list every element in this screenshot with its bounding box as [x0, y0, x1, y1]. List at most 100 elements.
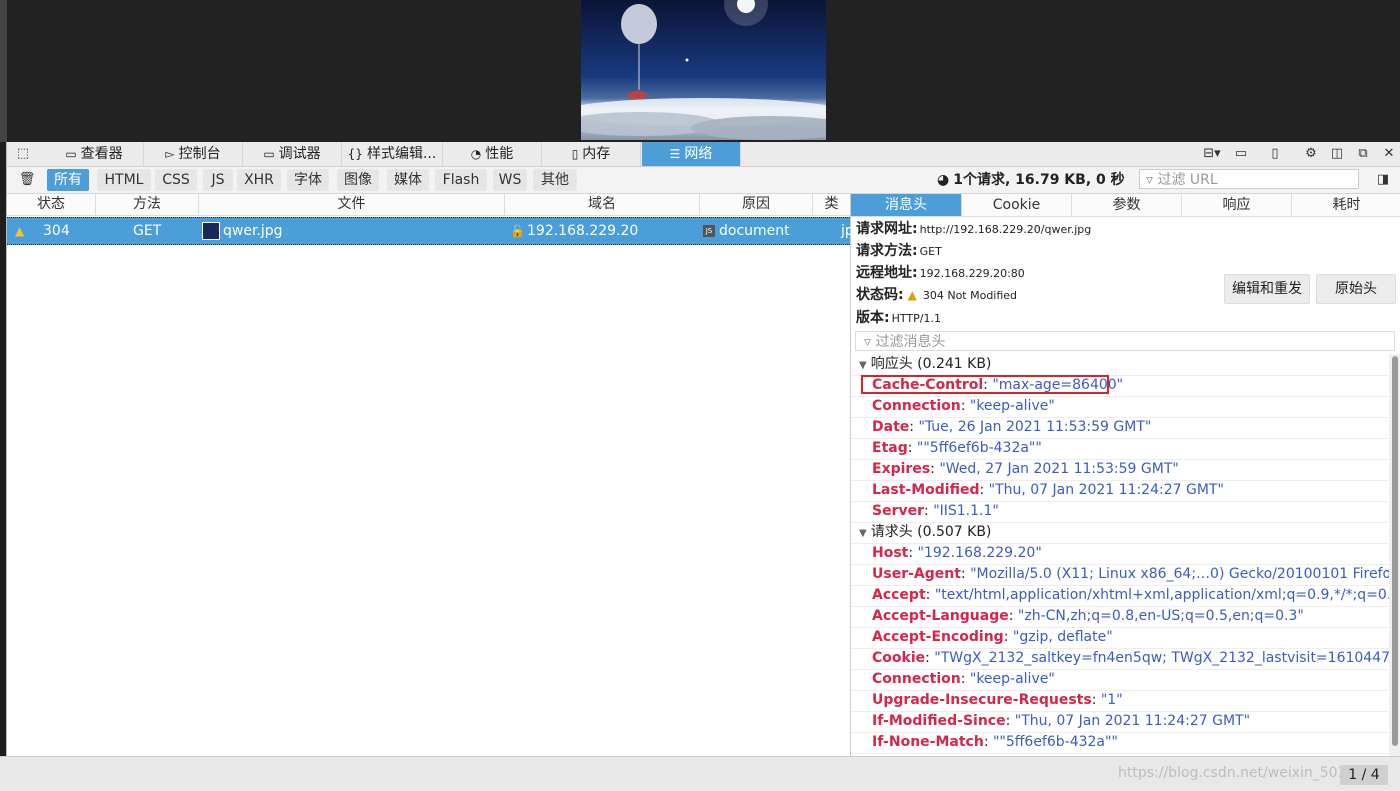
header-separator: :: [960, 566, 971, 582]
style-editor-icon: {}: [347, 147, 363, 161]
col-file[interactable]: 文件: [199, 194, 505, 215]
tab-cookies[interactable]: Cookie: [962, 194, 1072, 216]
tab-headers[interactable]: 消息头: [851, 194, 962, 216]
tab-params[interactable]: 参数: [1072, 194, 1182, 216]
filter-js[interactable]: JS: [203, 169, 233, 191]
header-name: Accept: [872, 587, 926, 603]
request-headers-section[interactable]: ▼ 请求头 (0.507 KB): [851, 522, 1389, 544]
header-row[interactable]: Expires: "Wed, 27 Jan 2021 11:53:59 GMT": [851, 459, 1389, 481]
inspector-icon: ▭: [65, 147, 77, 161]
tab-debugger[interactable]: ▭ 调试器: [243, 142, 342, 166]
trash-icon[interactable]: 🗑: [15, 168, 39, 192]
col-status[interactable]: 状态: [7, 194, 96, 215]
row-method: GET: [133, 223, 162, 239]
collapse-triangle-icon[interactable]: ▼: [859, 523, 867, 544]
col-method[interactable]: 方法: [96, 194, 199, 215]
header-row[interactable]: User-Agent: "Mozilla/5.0 (X11; Linux x86…: [851, 564, 1389, 586]
dock-side-icon[interactable]: ◫: [1325, 142, 1349, 166]
request-details: 消息头 Cookie 参数 响应 耗时 请求网址: http://192.168.…: [851, 194, 1400, 756]
tab-console[interactable]: ▻ 控制台: [144, 142, 243, 166]
responsive-design-icon[interactable]: ▯: [1263, 142, 1287, 166]
scrollbar-thumb[interactable]: [1392, 356, 1398, 746]
header-name: Expires: [872, 461, 931, 477]
header-name: Date: [872, 419, 910, 435]
header-name: Host: [872, 545, 909, 561]
toggle-sidebar-icon[interactable]: ◨: [1371, 168, 1395, 192]
header-row[interactable]: Cookie: "TWgX_2132_saltkey=fn4en5qw; TWg…: [851, 648, 1389, 670]
network-filter-bar: 🗑 所有 HTML CSS JS XHR 字体 图像 媒体 Flash WS 其…: [7, 167, 1400, 194]
pick-element-icon[interactable]: ⬚: [11, 142, 35, 166]
close-icon[interactable]: ✕: [1377, 142, 1400, 166]
tab-response[interactable]: 响应: [1182, 194, 1292, 216]
header-row[interactable]: Accept-Language: "zh-CN,zh;q=0.8,en-US;q…: [851, 606, 1389, 628]
collapse-triangle-icon[interactable]: ▼: [859, 355, 867, 376]
header-row[interactable]: Host: "192.168.229.20": [851, 543, 1389, 565]
filter-ws[interactable]: WS: [493, 169, 527, 191]
undock-window-icon[interactable]: ⧉: [1351, 142, 1375, 166]
header-value: "Thu, 07 Jan 2021 11:24:27 GMT": [988, 482, 1224, 498]
filter-flash[interactable]: Flash: [435, 169, 487, 191]
filter-media[interactable]: 媒体: [387, 169, 429, 191]
filter-css[interactable]: CSS: [155, 169, 197, 191]
header-row[interactable]: Last-Modified: "Thu, 07 Jan 2021 11:24:2…: [851, 480, 1389, 502]
header-separator: :: [907, 440, 917, 456]
header-separator: :: [960, 398, 970, 414]
tab-inspector[interactable]: ▭ 查看器: [45, 142, 144, 166]
header-row[interactable]: Accept: "text/html,application/xhtml+xml…: [851, 585, 1389, 607]
dock-options-icon[interactable]: ⊟▾: [1199, 142, 1225, 166]
header-name: Last-Modified: [872, 482, 980, 498]
header-row[interactable]: Upgrade-Insecure-Requests: "1": [851, 690, 1389, 712]
settings-gear-icon[interactable]: ⚙: [1299, 142, 1323, 166]
header-row[interactable]: Date: "Tue, 26 Jan 2021 11:53:59 GMT": [851, 417, 1389, 439]
split-console-icon[interactable]: ▭: [1229, 142, 1253, 166]
col-type[interactable]: 类: [813, 194, 850, 215]
response-headers-section[interactable]: ▼ 响应头 (0.241 KB): [851, 354, 1389, 376]
tab-performance[interactable]: ◔ 性能: [443, 142, 542, 166]
col-domain[interactable]: 域名: [505, 194, 700, 215]
headers-scrollbar[interactable]: [1389, 354, 1400, 756]
filter-all[interactable]: 所有: [47, 169, 89, 191]
header-row[interactable]: Connection: "keep-alive": [851, 396, 1389, 418]
tab-timings[interactable]: 耗时: [1292, 194, 1400, 216]
header-value: "zh-CN,zh;q=0.8,en-US;q=0.5,en;q=0.3": [1017, 608, 1304, 624]
table-row[interactable]: ▲ 304 GET qwer.jpg 🔓 192.168.229.20 JS d…: [7, 217, 854, 245]
raw-headers-button[interactable]: 原始头: [1316, 274, 1396, 304]
header-value: "text/html,application/xhtml+xml,applica…: [934, 587, 1389, 603]
insecure-lock-icon: 🔓: [510, 224, 525, 238]
tab-memory[interactable]: ▯ 内存: [542, 142, 641, 166]
header-row[interactable]: Connection: "keep-alive": [851, 669, 1389, 691]
tab-style-editor[interactable]: {} 样式编辑...: [342, 142, 443, 166]
header-value: "keep-alive": [969, 671, 1055, 687]
header-name: Upgrade-Insecure-Requests: [872, 692, 1092, 708]
header-value: ""5ff6ef6b-432a"": [992, 734, 1118, 750]
header-separator: :: [924, 503, 934, 519]
memory-icon: ▯: [571, 147, 579, 161]
col-cause[interactable]: 原因: [700, 194, 813, 215]
filter-xhr[interactable]: XHR: [237, 169, 281, 191]
header-row[interactable]: Etag: ""5ff6ef6b-432a"": [851, 438, 1389, 460]
header-value: ""5ff6ef6b-432a"": [916, 440, 1042, 456]
filter-images[interactable]: 图像: [337, 169, 379, 191]
filter-fonts[interactable]: 字体: [287, 169, 329, 191]
header-row[interactable]: If-Modified-Since: "Thu, 07 Jan 2021 11:…: [851, 711, 1389, 733]
image-preview: [581, 0, 826, 140]
header-value: "Thu, 07 Jan 2021 11:24:27 GMT": [1014, 713, 1251, 729]
summary-method: 请求方法: GET: [856, 243, 942, 259]
warning-icon: ▲: [907, 288, 917, 302]
header-separator: :: [925, 650, 935, 666]
edit-and-resend-button[interactable]: 编辑和重发: [1224, 274, 1310, 304]
header-value: "Tue, 26 Jan 2021 11:53:59 GMT": [918, 419, 1152, 435]
header-name: If-None-Match: [872, 734, 984, 750]
header-value: "TWgX_2132_saltkey=fn4en5qw; TWgX_2132_l…: [934, 650, 1389, 666]
header-row[interactable]: If-None-Match: ""5ff6ef6b-432a"": [851, 732, 1389, 754]
filter-other[interactable]: 其他: [533, 169, 577, 191]
header-filter-input[interactable]: ▿ 过滤消息头: [855, 331, 1395, 351]
header-row[interactable]: Server: "IIS1.1.1": [851, 501, 1389, 523]
filter-html[interactable]: HTML: [97, 169, 151, 191]
row-status: 304: [43, 223, 70, 239]
header-row[interactable]: Accept-Encoding: "gzip, deflate": [851, 627, 1389, 649]
url-filter-input[interactable]: ▿ 过滤 URL: [1139, 169, 1359, 189]
tab-network[interactable]: ☰ 网络: [642, 142, 741, 166]
header-separator: :: [979, 482, 989, 498]
network-icon: ☰: [669, 147, 681, 161]
